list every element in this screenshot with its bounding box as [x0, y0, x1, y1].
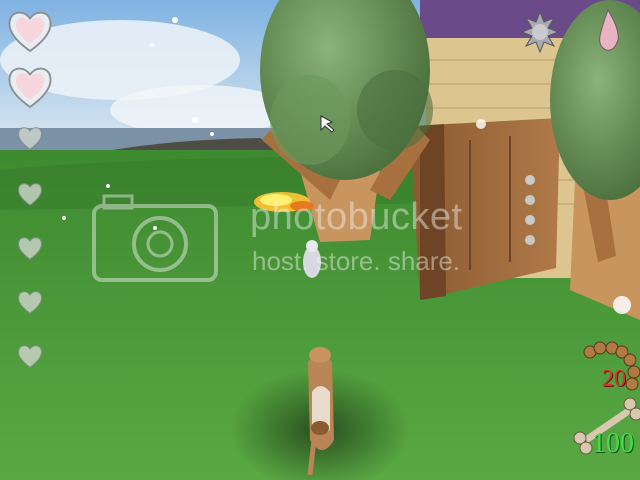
heart-empty-icon	[17, 345, 43, 368]
bone-count: 100	[592, 428, 634, 459]
heart-empty-icon	[17, 291, 43, 314]
heart-full-icon	[8, 11, 52, 53]
heart-empty-icon	[17, 183, 43, 206]
heart-empty-icon	[17, 237, 43, 260]
game-scene	[0, 0, 640, 480]
sausage-count: 20	[602, 366, 626, 392]
heart-full-icon	[8, 67, 52, 109]
heart-empty-icon	[17, 127, 43, 150]
